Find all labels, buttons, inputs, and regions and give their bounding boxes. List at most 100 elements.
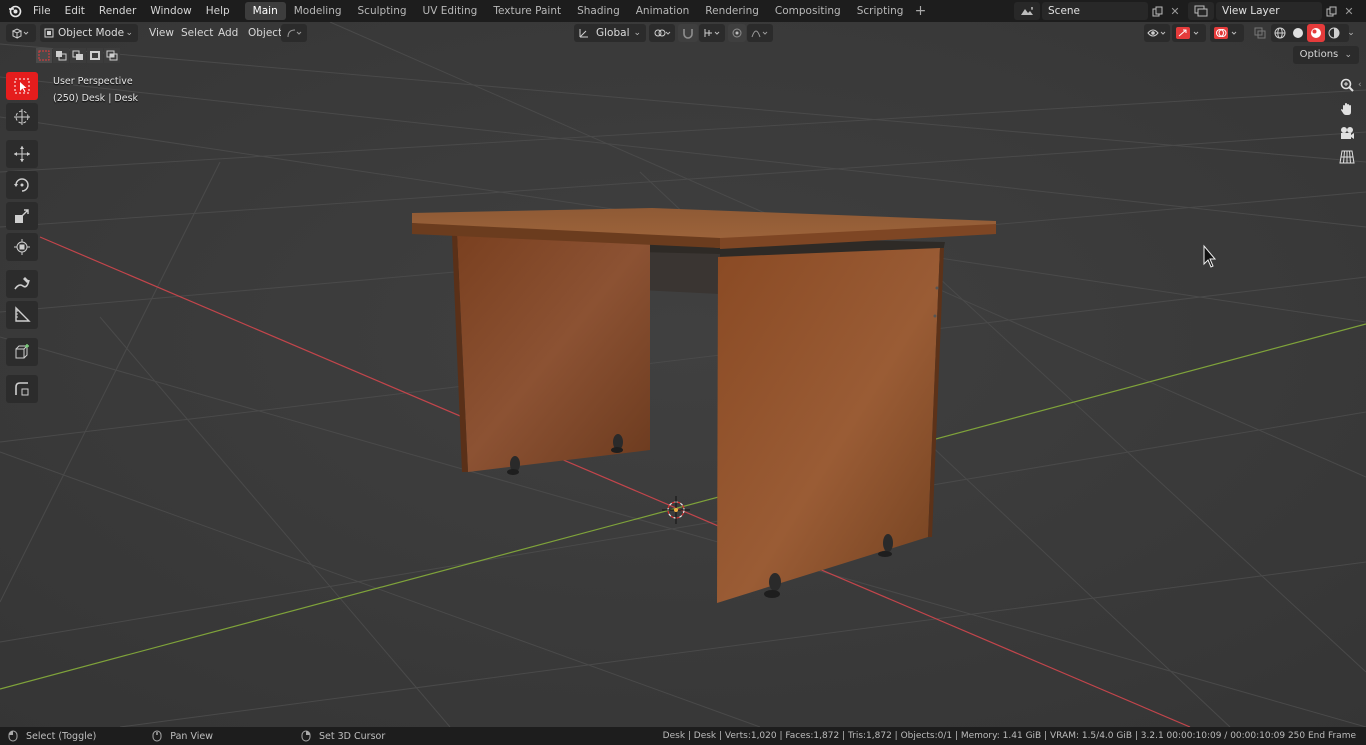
view-layer-browse-button[interactable]	[1188, 2, 1214, 20]
status-hint-select: Select (Toggle)	[8, 730, 96, 742]
tab-texture-paint[interactable]: Texture Paint	[485, 2, 569, 20]
shading-options-chevron-icon[interactable]: ⌄	[1344, 24, 1358, 42]
view-layer-selector: View Layer ✕	[1188, 2, 1358, 20]
viewport-scene	[0, 22, 1366, 727]
xray-toggle[interactable]	[1251, 24, 1269, 42]
magnet-icon	[683, 29, 693, 39]
scale-icon	[15, 209, 29, 223]
transform-tool[interactable]	[6, 233, 38, 261]
measure-tool[interactable]	[6, 301, 38, 329]
orientation-label: Global	[596, 27, 630, 39]
select-intersect-button[interactable]	[104, 48, 120, 63]
rendered-sphere-icon	[1328, 27, 1340, 39]
wireframe-shading-button[interactable]	[1271, 27, 1289, 39]
camera-view-button[interactable]	[1336, 122, 1358, 144]
menu-window[interactable]: Window	[143, 0, 198, 22]
cursor-tool[interactable]	[6, 103, 38, 131]
chevron-down-icon: ⌄	[1344, 50, 1352, 60]
mode-selector[interactable]: Object Mode ⌄	[40, 24, 138, 42]
material-preview-shading-button[interactable]	[1307, 24, 1325, 42]
pivot-point-selector[interactable]	[649, 24, 675, 42]
rotate-tool[interactable]	[6, 171, 38, 199]
select-box-tool[interactable]	[6, 72, 38, 100]
snap-toggle[interactable]	[678, 24, 698, 42]
toggle-perspective-button[interactable]	[1336, 146, 1358, 168]
add-cube-tool[interactable]	[6, 338, 38, 366]
status-bar: Select (Toggle) Pan View Set 3D Cursor D…	[0, 727, 1366, 745]
proportional-edit-icon	[732, 28, 742, 38]
select-new-icon	[38, 50, 50, 61]
wireframe-sphere-icon	[1274, 27, 1286, 39]
move-tool[interactable]	[6, 140, 38, 168]
scene-copy-icon[interactable]	[1148, 2, 1166, 20]
blender-logo-icon[interactable]	[4, 0, 26, 22]
tab-sculpting[interactable]: Sculpting	[350, 2, 415, 20]
active-object-label: (250) Desk | Desk	[53, 93, 139, 104]
options-dropdown[interactable]: Options ⌄	[1292, 46, 1359, 64]
zoom-view-button[interactable]	[1336, 74, 1358, 96]
scene-browse-button[interactable]	[1014, 2, 1040, 20]
select-extend-button[interactable]	[53, 48, 69, 63]
scene-name-field[interactable]: Scene	[1042, 2, 1148, 20]
tab-shading[interactable]: Shading	[569, 2, 628, 20]
material-sphere-icon	[1311, 28, 1321, 38]
select-invert-icon	[90, 51, 100, 60]
gizmo-toggle[interactable]	[1172, 24, 1206, 42]
view-layer-name-field[interactable]: View Layer	[1216, 2, 1322, 20]
menu-render[interactable]: Render	[92, 0, 143, 22]
3d-viewport-icon	[11, 28, 29, 39]
scene-close-icon[interactable]: ✕	[1166, 2, 1184, 20]
mouse-middle-icon	[152, 730, 162, 742]
camera-icon	[1341, 127, 1354, 139]
menu-file[interactable]: File	[26, 0, 58, 22]
orientation-icon	[579, 29, 588, 38]
chevron-down-icon: ⌄	[125, 28, 133, 38]
perspective-label: User Perspective	[53, 76, 133, 87]
scene-icon	[1021, 7, 1033, 15]
select-new-button[interactable]	[36, 48, 52, 63]
proportional-edit-toggle[interactable]	[728, 24, 746, 42]
selectability-visibility-selector[interactable]	[1144, 24, 1170, 42]
mouse-right-icon	[301, 730, 311, 742]
annotate-tool[interactable]	[6, 270, 38, 298]
editor-type-button[interactable]	[6, 24, 36, 42]
pan-view-button[interactable]	[1336, 98, 1358, 120]
mode-label: Object Mode	[58, 27, 125, 39]
snap-increment-icon	[704, 29, 720, 37]
rendered-shading-button[interactable]	[1325, 27, 1343, 39]
tab-animation[interactable]: Animation	[628, 2, 698, 20]
view-layer-close-icon[interactable]: ✕	[1340, 2, 1358, 20]
transform-icon	[14, 239, 30, 255]
select-invert-button[interactable]	[87, 48, 103, 63]
sidebar-toggle-chevron-icon[interactable]: ‹	[1358, 78, 1366, 92]
select-subtract-button[interactable]	[70, 48, 86, 63]
selection-mode-buttons	[36, 48, 120, 63]
solid-shading-button[interactable]	[1289, 27, 1307, 39]
tab-rendering[interactable]: Rendering	[697, 2, 767, 20]
add-cube-icon	[15, 344, 29, 359]
object-gizmo-toggle[interactable]	[281, 24, 307, 42]
menu-edit[interactable]: Edit	[58, 0, 92, 22]
status-hint-pan: Pan View	[152, 730, 213, 742]
transform-orientation-selector[interactable]: Global ⌄	[574, 24, 646, 42]
pencil-icon	[14, 277, 30, 290]
tool-shelf	[6, 72, 38, 406]
mouse-left-icon	[8, 730, 18, 742]
tab-uv-editing[interactable]: UV Editing	[415, 2, 486, 20]
extra-tool[interactable]	[6, 375, 38, 403]
proportional-falloff-selector[interactable]	[747, 24, 773, 42]
scale-tool[interactable]	[6, 202, 38, 230]
tab-main[interactable]: Main	[244, 2, 286, 20]
tab-compositing[interactable]: Compositing	[767, 2, 849, 20]
status-hint-select-label: Select (Toggle)	[26, 730, 97, 742]
scene-selector: Scene ✕	[1014, 2, 1184, 20]
view-layer-copy-icon[interactable]	[1322, 2, 1340, 20]
snap-target-selector[interactable]	[699, 24, 725, 42]
tab-modeling[interactable]: Modeling	[286, 2, 350, 20]
overlays-toggle[interactable]	[1210, 24, 1244, 42]
add-workspace-button[interactable]: +	[911, 2, 929, 20]
link-icon	[654, 29, 671, 37]
3d-viewport[interactable]: Object Mode ⌄ View Select Add Object Glo…	[0, 22, 1366, 727]
menu-help[interactable]: Help	[199, 0, 237, 22]
tab-scripting[interactable]: Scripting	[849, 2, 912, 20]
